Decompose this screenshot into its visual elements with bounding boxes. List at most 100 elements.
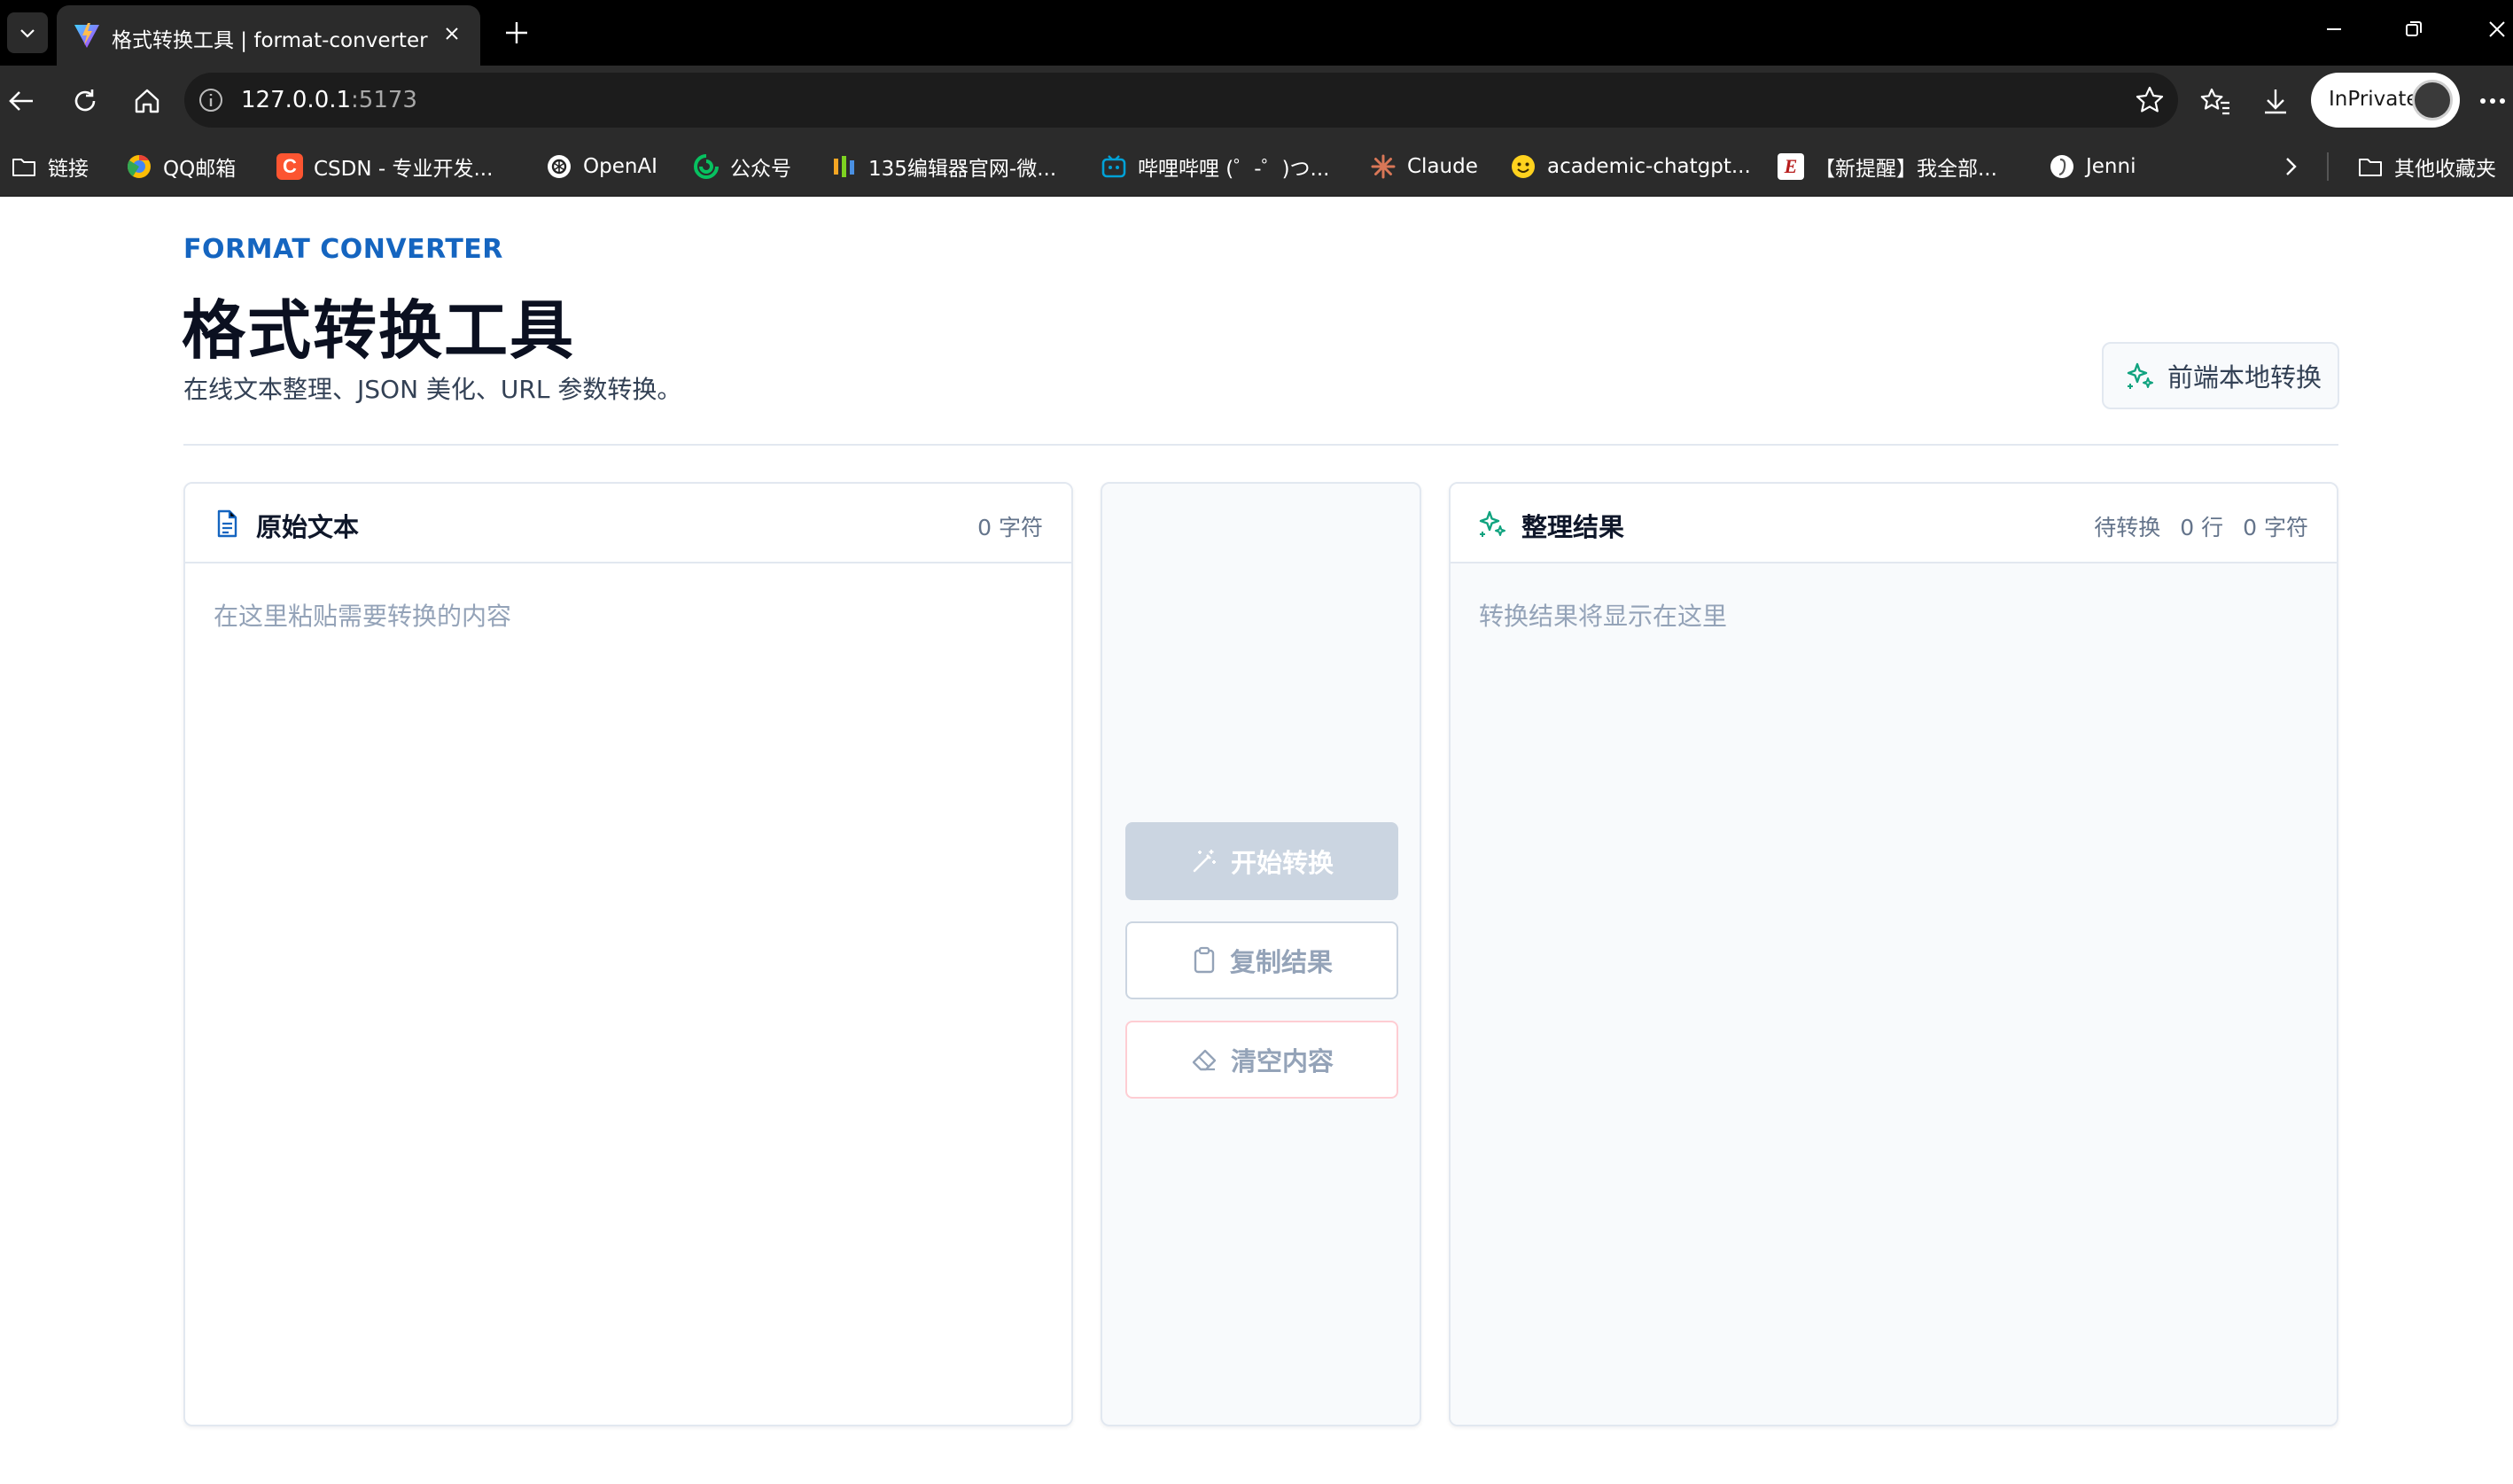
bookmark-claude[interactable]: Claude	[1370, 151, 1478, 183]
back-button[interactable]	[0, 80, 43, 122]
favorite-star-icon[interactable]	[2134, 84, 2166, 116]
app-page: FORMAT CONVERTER 格式转换工具 在线文本整理、JSON 美化、U…	[0, 197, 2513, 1484]
close-icon	[446, 27, 458, 40]
address-bar[interactable]: 127.0.0.1:5173	[184, 73, 2178, 128]
sparkles-icon	[2127, 362, 2153, 389]
output-status: 待转换	[2094, 515, 2161, 540]
bookmark-e-site[interactable]: E 【新提醒】我全部...	[1778, 151, 1997, 183]
tab-list-button[interactable]	[7, 12, 48, 53]
bookmark-bilibili[interactable]: 哔哩哔哩 (゜-゜)つ...	[1101, 151, 1330, 183]
more-dots-icon	[2480, 98, 2505, 104]
output-line-count: 0 行	[2180, 515, 2224, 540]
browser-toolbar: 127.0.0.1:5173 InPrivate	[0, 66, 2513, 136]
bookmark-label: 链接	[48, 158, 89, 181]
bilibili-icon	[1101, 153, 1127, 180]
reload-button[interactable]	[64, 80, 106, 122]
bookmark-jenni[interactable]: Jenni	[2049, 151, 2136, 183]
browser-tab-active[interactable]: 格式转换工具 | format-converter	[57, 5, 480, 66]
output-panel-meta: 待转换 0 行 0 字符	[2094, 510, 2308, 542]
bookmark-label: QQ邮箱	[163, 158, 237, 181]
page-title: 格式转换工具	[182, 293, 576, 368]
bookmark-label: OpenAI	[583, 155, 657, 178]
close-icon	[2489, 21, 2505, 37]
editor135-icon	[831, 153, 858, 180]
output-panel-header: 整理结果 待转换 0 行 0 字符	[1451, 484, 2337, 563]
reload-icon	[74, 89, 96, 112]
convert-button-label: 开始转换	[1230, 848, 1334, 878]
plus-icon	[506, 22, 527, 43]
copy-result-button[interactable]: 复制结果	[1125, 921, 1398, 999]
openai-icon	[546, 153, 572, 180]
folder-icon	[11, 153, 37, 180]
bookmark-label: Claude	[1407, 155, 1478, 178]
page-eyebrow: FORMAT CONVERTER	[183, 234, 503, 265]
clear-button-label: 清空内容	[1230, 1046, 1334, 1076]
minimize-icon	[2327, 28, 2341, 30]
bookmark-label: 公众号	[730, 158, 791, 181]
magic-wand-icon	[1193, 850, 1216, 873]
output-panel: 整理结果 待转换 0 行 0 字符 转换结果将显示在这里	[1449, 482, 2338, 1426]
input-panel-meta: 0 字符	[977, 510, 1043, 542]
minimize-button[interactable]	[2309, 9, 2359, 50]
favorites-button[interactable]	[2194, 80, 2237, 122]
bookmark-label: 【新提醒】我全部...	[1815, 158, 1997, 181]
badge-label: 前端本地转换	[2167, 362, 2322, 392]
bookmark-csdn[interactable]: C CSDN - 专业开发...	[276, 151, 493, 183]
chevron-down-icon	[20, 29, 35, 38]
bookmark-label: Jenni	[2086, 155, 2136, 178]
claude-icon	[1370, 153, 1397, 180]
page-subtitle: 在线文本整理、JSON 美化、URL 参数转换。	[183, 375, 682, 404]
inprivate-profile-button[interactable]: InPrivate	[2311, 73, 2460, 128]
restore-button[interactable]	[2389, 9, 2439, 50]
output-panel-title: 整理结果	[1521, 512, 1625, 542]
downloads-button[interactable]	[2254, 80, 2297, 122]
url-text: 127.0.0.1:5173	[241, 87, 417, 113]
e-site-icon: E	[1778, 153, 1804, 180]
bookmark-openai[interactable]: OpenAI	[546, 151, 657, 183]
more-menu-button[interactable]	[2472, 80, 2513, 122]
bookmarks-overflow-button[interactable]	[2281, 151, 2300, 183]
vite-favicon-icon	[74, 23, 99, 48]
tab-close-button[interactable]	[436, 18, 468, 50]
browser-tab-bar: 格式转换工具 | format-converter	[0, 0, 2513, 66]
inprivate-label: InPrivate	[2329, 88, 2419, 111]
avatar	[2412, 80, 2453, 120]
arrow-left-icon	[9, 91, 33, 111]
result-output-area[interactable]: 转换结果将显示在这里	[1451, 563, 2337, 1425]
home-button[interactable]	[126, 80, 168, 122]
bookmark-wechat-official[interactable]: 公众号	[693, 151, 791, 183]
convert-button[interactable]: 开始转换	[1125, 822, 1398, 900]
input-panel: 原始文本 0 字符	[183, 482, 1073, 1426]
other-bookmarks-folder[interactable]: 其他收藏夹	[2357, 151, 2496, 183]
bookmarks-bar: 链接 QQ邮箱 C CSDN - 专业开发... OpenAI 公众号 135编…	[0, 136, 2513, 197]
bookmark-qqmail[interactable]: QQ邮箱	[126, 151, 236, 183]
bookmarks-separator	[2327, 152, 2329, 181]
home-icon	[135, 89, 159, 113]
bookmark-label: 135编辑器官网-微...	[868, 158, 1057, 181]
source-text-input[interactable]	[185, 563, 1071, 1425]
bookmark-academic-chatgpt[interactable]: academic-chatgpt...	[1510, 151, 1751, 183]
chevron-right-icon	[2286, 158, 2297, 175]
info-icon[interactable]	[197, 86, 225, 114]
input-char-count: 0 字符	[977, 515, 1043, 540]
jenni-icon	[2049, 153, 2075, 180]
output-placeholder: 转换结果将显示在这里	[1479, 602, 1728, 631]
sparkles-icon	[1479, 510, 1505, 537]
bookmark-label: academic-chatgpt...	[1547, 155, 1751, 178]
bookmark-links[interactable]: 链接	[11, 151, 89, 183]
close-window-button[interactable]	[2472, 9, 2513, 50]
clear-content-button[interactable]: 清空内容	[1125, 1021, 1398, 1099]
output-char-count: 0 字符	[2243, 515, 2308, 540]
input-panel-header: 原始文本 0 字符	[185, 484, 1071, 563]
header-divider	[183, 444, 2338, 446]
folder-icon	[2357, 153, 2384, 180]
document-icon	[217, 509, 237, 538]
bookmark-label: 其他收藏夹	[2394, 158, 2496, 181]
new-tab-button[interactable]	[496, 12, 537, 53]
download-icon	[2265, 89, 2286, 114]
favorites-list-icon	[2200, 88, 2229, 115]
bookmark-label: 哔哩哔哩 (゜-゜)つ...	[1138, 158, 1330, 181]
eraser-icon	[1192, 1049, 1217, 1071]
actions-panel: 开始转换 复制结果 清空内容	[1101, 482, 1421, 1426]
bookmark-135editor[interactable]: 135编辑器官网-微...	[831, 151, 1056, 183]
